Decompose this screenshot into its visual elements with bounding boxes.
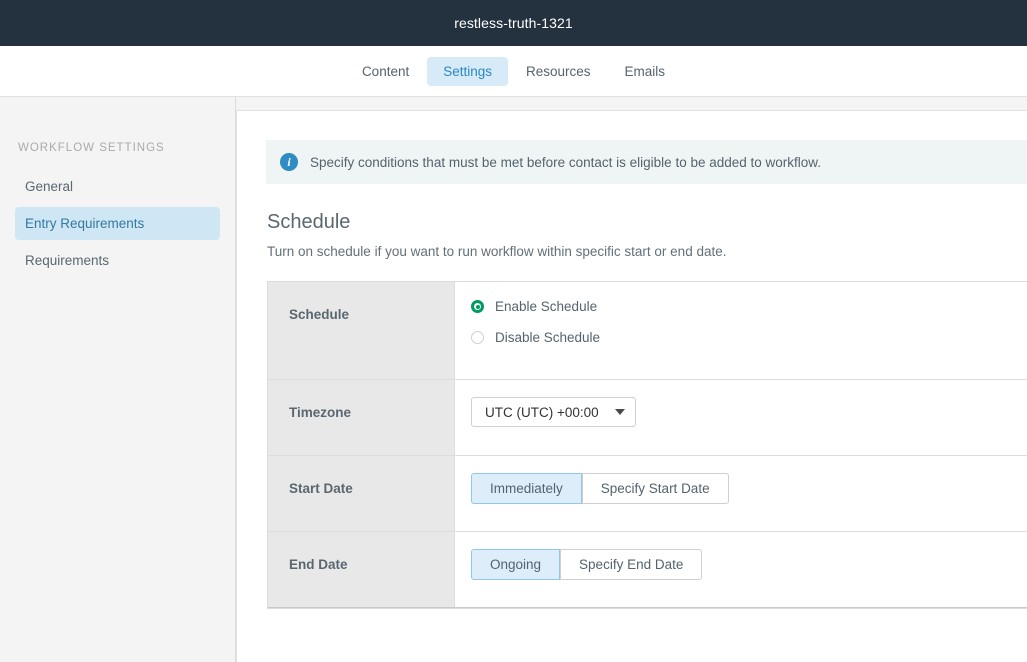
app-window: restless-truth-1321 Content Settings Res… [0,0,1027,662]
tab-content[interactable]: Content [346,57,425,86]
panel-inner: i Specify conditions that must be met be… [237,111,1027,609]
sidebar: WORKFLOW SETTINGS General Entry Requirem… [0,97,236,662]
tab-list: Content Settings Resources Emails [346,56,682,86]
sidebar-item-general[interactable]: General [15,170,220,203]
row-content-end-date: Ongoing Specify End Date [455,532,1027,607]
timezone-select[interactable]: UTC (UTC) +00:00 [471,397,636,427]
section-subtitle: Turn on schedule if you want to run work… [267,244,727,259]
sidebar-heading: WORKFLOW SETTINGS [18,142,165,154]
radio-enable-schedule-label: Enable Schedule [495,299,598,314]
radio-enable-schedule-indicator[interactable] [471,300,484,313]
workflow-title: restless-truth-1321 [454,15,573,31]
tab-settings[interactable]: Settings [427,56,509,86]
radio-enable-schedule[interactable]: Enable Schedule [471,299,1027,314]
chevron-down-icon [614,409,625,415]
end-date-ongoing-button[interactable]: Ongoing [471,549,561,580]
table-row-start-date: Start Date Immediately Specify Start Dat… [268,456,1027,532]
row-content-timezone: UTC (UTC) +00:00 [455,380,1027,455]
section-title: Schedule [267,211,351,233]
timezone-select-value: UTC (UTC) +00:00 [485,404,599,420]
content-panel: i Specify conditions that must be met be… [236,110,1027,662]
body-area: WORKFLOW SETTINGS General Entry Requirem… [0,97,1027,662]
sidebar-item-requirements[interactable]: Requirements [15,244,220,277]
row-label-schedule: Schedule [268,282,455,379]
row-label-start-date: Start Date [268,456,455,531]
tab-resources[interactable]: Resources [510,57,607,86]
top-bar: restless-truth-1321 [0,0,1027,46]
info-banner-text: Specify conditions that must be met befo… [310,154,822,170]
start-date-specify-button[interactable]: Specify Start Date [581,473,729,504]
end-date-button-group: Ongoing Specify End Date [471,549,703,580]
tab-bar: Content Settings Resources Emails [0,46,1027,97]
schedule-settings-table: Schedule Enable Schedule Disable Schedul… [267,281,1027,609]
row-content-schedule: Enable Schedule Disable Schedule [455,282,1027,379]
tab-emails[interactable]: Emails [609,57,682,86]
end-date-specify-button[interactable]: Specify End Date [560,549,703,580]
table-row-timezone: Timezone UTC (UTC) +00:00 [268,380,1027,456]
radio-disable-schedule-indicator[interactable] [471,331,484,344]
row-label-timezone: Timezone [268,380,455,455]
radio-disable-schedule[interactable]: Disable Schedule [471,330,1027,345]
row-content-start-date: Immediately Specify Start Date [455,456,1027,531]
row-label-end-date: End Date [268,532,455,607]
sidebar-item-entry-requirements[interactable]: Entry Requirements [15,207,220,240]
start-date-immediately-button[interactable]: Immediately [471,473,582,504]
table-row-schedule: Schedule Enable Schedule Disable Schedul… [268,282,1027,380]
table-row-end-date: End Date Ongoing Specify End Date [268,532,1027,608]
info-icon: i [280,153,298,171]
radio-disable-schedule-label: Disable Schedule [495,330,601,345]
info-banner: i Specify conditions that must be met be… [266,140,1027,184]
start-date-button-group: Immediately Specify Start Date [471,473,729,504]
